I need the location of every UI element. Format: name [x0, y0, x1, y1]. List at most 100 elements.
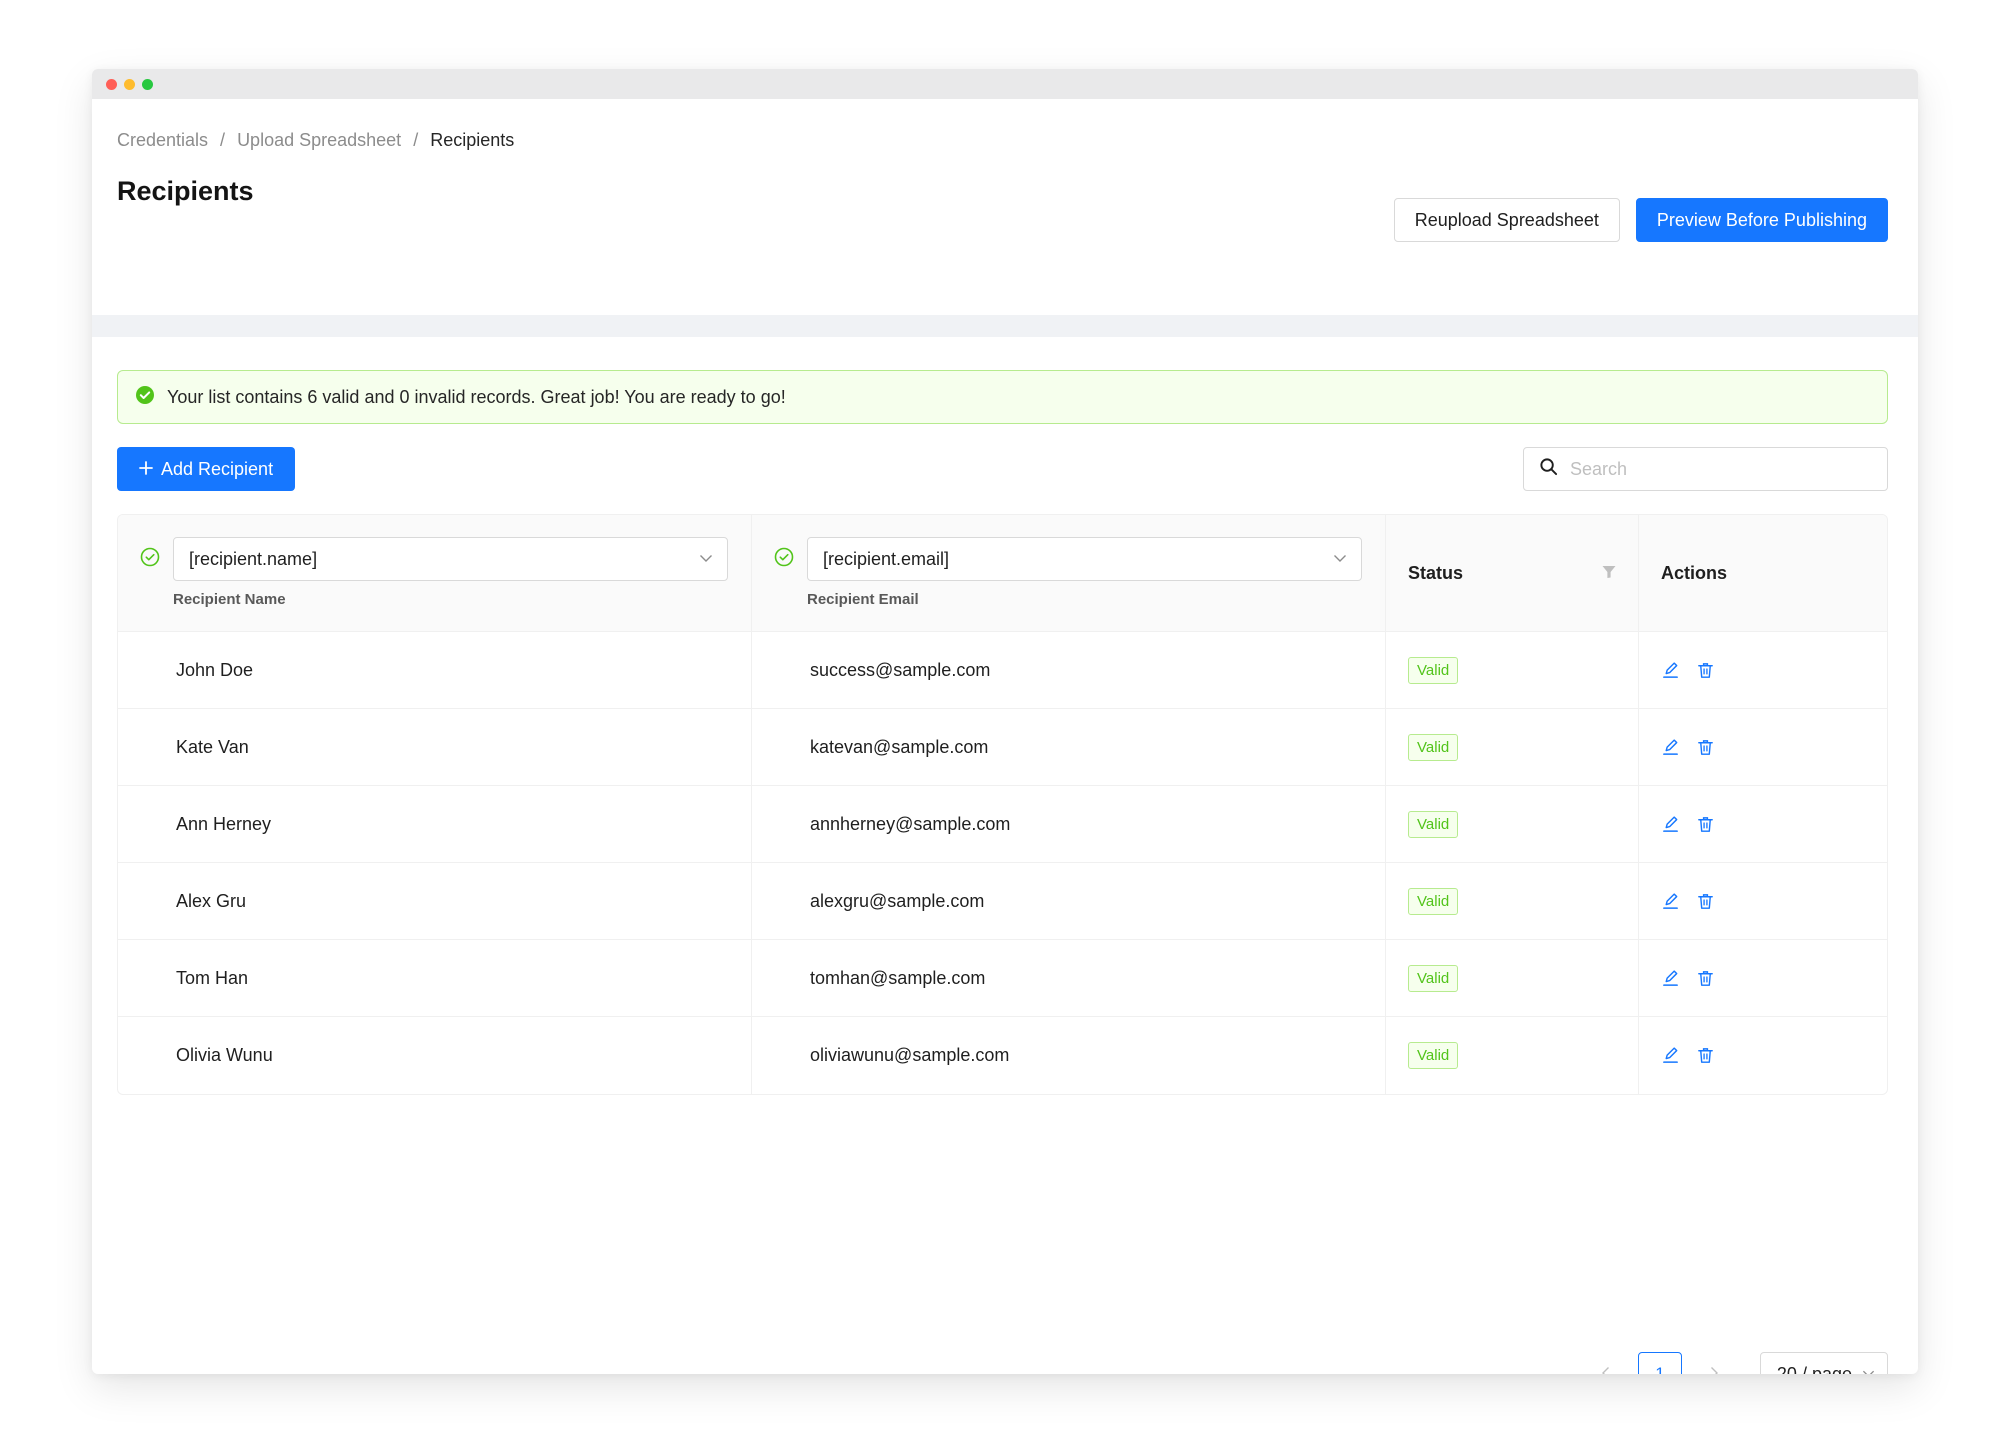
delete-icon[interactable]	[1696, 1046, 1715, 1065]
alert-message: Your list contains 6 valid and 0 invalid…	[167, 386, 786, 407]
status-badge: Valid	[1408, 1042, 1459, 1069]
recipient-name-cell: Olivia Wunu	[118, 1017, 752, 1094]
table-body: John Doe success@sample.com Valid Kate Van k…	[118, 632, 1887, 1094]
recipient-name-cell: Tom Han	[118, 940, 752, 1016]
actions-cell	[1639, 786, 1887, 862]
page-1-button[interactable]: 1	[1637, 1352, 1682, 1374]
table-row: Olivia Wunu oliviawunu@sample.com Valid	[118, 1017, 1887, 1094]
recipient-name: Alex Gru	[176, 890, 247, 911]
email-field-mapping-select[interactable]: [recipient.email]	[807, 537, 1362, 581]
table-row: Kate Van katevan@sample.com Valid	[118, 709, 1887, 786]
status-badge: Valid	[1408, 887, 1459, 915]
name-field-mapping-select[interactable]: [recipient.name]	[173, 537, 728, 581]
status-cell: Valid	[1386, 632, 1639, 708]
page-size-value: 20 / page	[1776, 1363, 1852, 1375]
table-row: Ann Herney annherney@sample.com Valid	[118, 786, 1887, 863]
edit-icon[interactable]	[1661, 738, 1680, 757]
window-maximize-dot[interactable]	[142, 78, 153, 90]
edit-icon[interactable]	[1661, 1046, 1680, 1065]
recipient-email-cell: annherney@sample.com	[752, 786, 1386, 862]
check-circle-filled-icon	[135, 385, 155, 410]
breadcrumb: Credentials / Upload Spreadsheet / Recip…	[117, 125, 1888, 155]
status-badge: Valid	[1408, 964, 1459, 992]
recipient-name-cell: Kate Van	[118, 709, 752, 785]
status-cell: Valid	[1386, 863, 1639, 939]
status-cell: Valid	[1386, 786, 1639, 862]
actions-cell	[1639, 863, 1887, 939]
status-column-label: Status	[1408, 562, 1464, 583]
recipient-email: success@sample.com	[810, 659, 991, 680]
window-close-dot[interactable]	[106, 78, 117, 90]
window-titlebar	[92, 69, 1918, 99]
actions-cell	[1639, 709, 1887, 785]
header-actions: Reupload Spreadsheet Preview Before Publ…	[1393, 198, 1888, 242]
search-box[interactable]	[1523, 447, 1888, 491]
recipient-email: alexgru@sample.com	[810, 890, 985, 911]
chevron-right-icon	[1708, 1363, 1720, 1374]
delete-icon[interactable]	[1696, 661, 1715, 680]
status-cell: Valid	[1386, 940, 1639, 1016]
name-field-mapping-value: [recipient.name]	[189, 548, 318, 569]
delete-icon[interactable]	[1696, 815, 1715, 834]
status-cell: Valid	[1386, 1017, 1639, 1094]
preview-before-publishing-button[interactable]: Preview Before Publishing	[1635, 198, 1888, 242]
actions-cell	[1639, 1017, 1887, 1094]
filter-icon[interactable]	[1602, 563, 1616, 584]
table-header: [recipient.name] Recipient Name [recipie…	[118, 515, 1887, 632]
add-recipient-button[interactable]: Add Recipient	[117, 447, 296, 491]
delete-icon[interactable]	[1696, 969, 1715, 988]
column-header-status: Status	[1386, 515, 1639, 631]
recipient-name: Olivia Wunu	[176, 1045, 273, 1065]
previous-page-button[interactable]	[1584, 1352, 1628, 1374]
breadcrumb-upload-spreadsheet[interactable]: Upload Spreadsheet	[237, 130, 401, 151]
next-page-button[interactable]	[1692, 1352, 1736, 1374]
chevron-left-icon	[1600, 1363, 1612, 1374]
recipient-name-cell: John Doe	[118, 632, 752, 708]
edit-icon[interactable]	[1661, 892, 1680, 911]
breadcrumb-recipients: Recipients	[430, 129, 515, 150]
edit-icon[interactable]	[1661, 661, 1680, 680]
recipients-table: [recipient.name] Recipient Name [recipie…	[117, 514, 1888, 1095]
recipient-name-cell: Alex Gru	[118, 863, 752, 939]
recipient-email-cell: alexgru@sample.com	[752, 863, 1386, 939]
recipient-email: annherney@sample.com	[810, 813, 1011, 834]
table-row: John Doe success@sample.com Valid	[118, 632, 1887, 709]
actions-cell	[1639, 632, 1887, 708]
recipient-email: oliviawunu@sample.com	[810, 1045, 1010, 1065]
pagination: 1 20 / page	[1584, 1352, 1888, 1374]
chevron-down-icon	[1333, 549, 1347, 570]
edit-icon[interactable]	[1661, 815, 1680, 834]
recipient-name-cell: Ann Herney	[118, 786, 752, 862]
validation-alert: Your list contains 6 valid and 0 invalid…	[117, 370, 1888, 424]
search-input[interactable]	[1570, 458, 1870, 480]
main-content: Your list contains 6 valid and 0 invalid…	[92, 337, 1918, 1374]
window-minimize-dot[interactable]	[124, 78, 135, 90]
chevron-down-icon	[1862, 1364, 1875, 1374]
breadcrumb-credentials[interactable]: Credentials	[117, 130, 208, 151]
add-recipient-label: Add Recipient	[161, 458, 274, 479]
delete-icon[interactable]	[1696, 892, 1715, 911]
name-column-label: Recipient Name	[173, 591, 286, 608]
status-cell: Valid	[1386, 709, 1639, 785]
chevron-down-icon	[699, 549, 713, 570]
recipient-email-cell: oliviawunu@sample.com	[752, 1017, 1386, 1094]
recipient-name: Kate Van	[176, 736, 249, 757]
delete-icon[interactable]	[1696, 738, 1715, 757]
check-circle-outline-icon	[140, 547, 160, 608]
status-badge: Valid	[1408, 810, 1459, 838]
recipient-name: John Doe	[176, 659, 254, 680]
reupload-spreadsheet-button[interactable]: Reupload Spreadsheet	[1393, 198, 1620, 242]
recipient-email: tomhan@sample.com	[810, 967, 986, 988]
edit-icon[interactable]	[1661, 969, 1680, 988]
column-header-name: [recipient.name] Recipient Name	[118, 515, 752, 631]
table-toolbar: Add Recipient	[117, 447, 1888, 491]
actions-cell	[1639, 940, 1887, 1016]
recipient-name: Ann Herney	[176, 813, 272, 834]
column-header-actions: Actions	[1639, 515, 1887, 631]
page-size-select[interactable]: 20 / page	[1759, 1352, 1888, 1375]
recipient-email-cell: success@sample.com	[752, 632, 1386, 708]
actions-column-label: Actions	[1661, 562, 1728, 583]
status-badge: Valid	[1408, 656, 1459, 684]
table-row: Alex Gru alexgru@sample.com Valid	[118, 863, 1887, 940]
table-row: Tom Han tomhan@sample.com Valid	[118, 940, 1887, 1017]
